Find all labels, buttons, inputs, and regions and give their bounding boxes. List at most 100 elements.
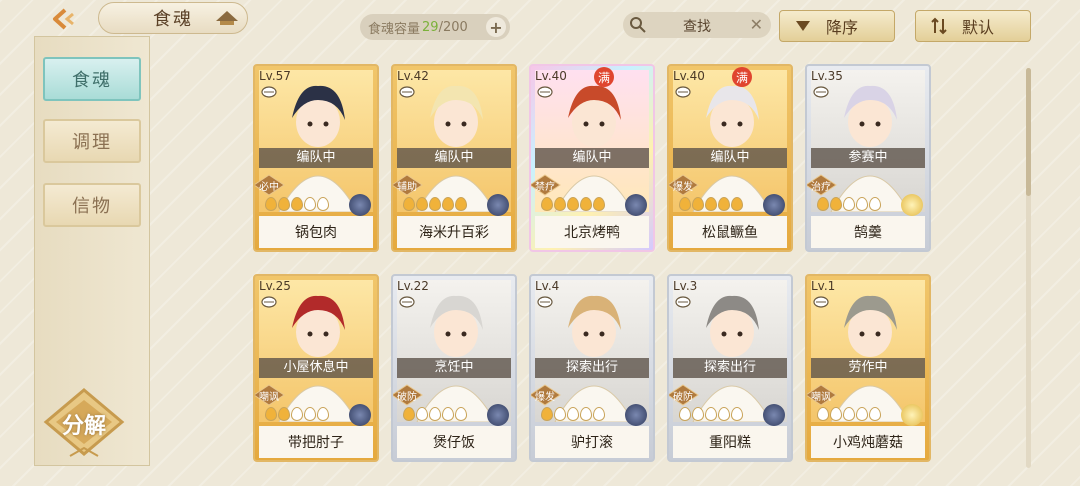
bowl-icon xyxy=(675,86,691,98)
role-label: 治疗 xyxy=(811,182,831,193)
food-soul-card[interactable]: Lv.35 参赛中 治疗 鹄羹 xyxy=(805,64,931,252)
flame-pip-icon xyxy=(817,407,829,421)
sort-default-button[interactable]: 默认 xyxy=(915,10,1031,42)
food-soul-card[interactable]: Lv.25 小屋休息中 嘲讽 带把肘子 xyxy=(253,274,379,462)
sort-order-label: 降序 xyxy=(826,18,859,37)
tab-food-soul[interactable]: 食魂 xyxy=(43,57,141,101)
food-soul-card[interactable]: Lv.40 满 编队中 爆发 松鼠鳜鱼 xyxy=(667,64,793,252)
card-level: Lv.22 xyxy=(397,279,429,293)
plus-icon: + xyxy=(489,17,503,37)
flame-pip-icon xyxy=(304,197,316,211)
flame-pip-icon xyxy=(705,197,717,211)
card-level: Lv.42 xyxy=(397,69,429,83)
flame-pip-icon xyxy=(869,407,881,421)
food-soul-card[interactable]: Lv.22 烹饪中 破防 煲仔饭 xyxy=(391,274,517,462)
bowl-icon xyxy=(399,86,415,98)
card-status: 编队中 xyxy=(673,148,787,168)
role-badge: 辅助 xyxy=(393,174,423,196)
card-level: Lv.3 xyxy=(673,279,698,293)
flame-pip-icon xyxy=(317,197,329,211)
card-name: 锅包肉 xyxy=(295,225,337,241)
card-name: 重阳糕 xyxy=(709,435,751,451)
food-soul-card[interactable]: Lv.57 编队中 必中 锅包肉 xyxy=(253,64,379,252)
card-name: 煲仔饭 xyxy=(433,435,475,451)
element-orb-icon xyxy=(763,194,785,216)
card-name: 小鸡炖蘑菇 xyxy=(833,435,903,451)
element-orb-icon xyxy=(763,404,785,426)
card-status: 编队中 xyxy=(535,148,649,168)
element-orb-icon xyxy=(625,194,647,216)
card-name-bar: 松鼠鳜鱼 xyxy=(673,216,787,248)
card-name-bar: 小鸡炖蘑菇 xyxy=(811,426,925,458)
sort-desc-icon xyxy=(792,15,814,37)
star-pips xyxy=(265,197,329,211)
bowl-icon xyxy=(261,86,277,98)
flame-pip-icon xyxy=(541,407,553,421)
card-name: 海米升百彩 xyxy=(419,225,489,241)
clear-search-icon[interactable]: ✕ xyxy=(750,15,763,34)
card-level: Lv.4 xyxy=(535,279,560,293)
card-status: 探索出行 xyxy=(673,358,787,378)
food-soul-card[interactable]: Lv.42 编队中 辅助 海米升百彩 xyxy=(391,64,517,252)
flame-pip-icon xyxy=(731,197,743,211)
flame-pip-icon xyxy=(830,197,842,211)
card-name-bar: 北京烤鸭 xyxy=(535,216,649,248)
role-badge: 禁疗 xyxy=(531,174,561,196)
role-label: 爆发 xyxy=(535,392,555,403)
bowl-icon xyxy=(813,86,829,98)
scrollbar-thumb[interactable] xyxy=(1026,68,1031,196)
capacity-label: 食魂容量 xyxy=(368,21,421,37)
decompose-button[interactable]: 分解 xyxy=(40,388,128,460)
food-soul-card[interactable]: Lv.1 劳作中 嘲讽 小鸡炖蘑菇 xyxy=(805,274,931,462)
sort-default-label: 默认 xyxy=(962,18,995,37)
flame-pip-icon xyxy=(541,197,553,211)
role-badge: 破防 xyxy=(669,384,699,406)
card-level: Lv.40 xyxy=(535,69,567,83)
food-soul-card[interactable]: Lv.4 探索出行 爆发 驴打滚 xyxy=(529,274,655,462)
tab-conditioning[interactable]: 调理 xyxy=(43,119,141,163)
star-pips xyxy=(403,407,467,421)
card-name-bar: 煲仔饭 xyxy=(397,426,511,458)
element-orb-icon xyxy=(901,194,923,216)
tab-tokens[interactable]: 信物 xyxy=(43,183,141,227)
bowl-icon xyxy=(537,86,553,98)
role-label: 爆发 xyxy=(673,182,693,193)
flame-pip-icon xyxy=(731,407,743,421)
role-badge: 治疗 xyxy=(807,174,837,196)
capacity-display: 食魂容量 29 /200 + xyxy=(360,14,510,40)
flame-pip-icon xyxy=(843,197,855,211)
title-ornament-icon xyxy=(216,11,238,25)
bowl-icon xyxy=(813,296,829,308)
flame-pip-icon xyxy=(817,197,829,211)
search-box[interactable]: 查找 ✕ xyxy=(623,12,771,38)
flame-pip-icon xyxy=(679,407,691,421)
food-soul-card[interactable]: Lv.3 探索出行 破防 重阳糕 xyxy=(667,274,793,462)
role-badge: 破防 xyxy=(393,384,423,406)
back-arrow-icon xyxy=(53,8,74,30)
element-orb-icon xyxy=(487,194,509,216)
flame-pip-icon xyxy=(567,197,579,211)
card-status: 参赛中 xyxy=(811,148,925,168)
flame-pip-icon xyxy=(291,197,303,211)
flame-pip-icon xyxy=(705,407,717,421)
element-orb-icon xyxy=(349,194,371,216)
food-soul-card[interactable]: Lv.40 满 编队中 禁疗 北京烤鸭 xyxy=(529,64,655,252)
sort-order-button[interactable]: 降序 xyxy=(779,10,895,42)
flame-pip-icon xyxy=(554,407,566,421)
tab-food-soul-label: 食魂 xyxy=(72,70,112,91)
role-label: 必中 xyxy=(259,182,279,193)
flame-pip-icon xyxy=(442,197,454,211)
flame-pip-icon xyxy=(455,407,467,421)
star-pips xyxy=(817,407,881,421)
flame-pip-icon xyxy=(278,197,290,211)
flame-pip-icon xyxy=(869,197,881,211)
flame-pip-icon xyxy=(567,407,579,421)
star-pips xyxy=(265,407,329,421)
add-capacity-button[interactable]: + xyxy=(486,17,506,37)
star-pips xyxy=(403,197,467,211)
card-status: 小屋休息中 xyxy=(259,358,373,378)
flame-pip-icon xyxy=(830,407,842,421)
flame-pip-icon xyxy=(718,407,730,421)
bowl-icon xyxy=(261,296,277,308)
back-button[interactable] xyxy=(44,6,84,32)
